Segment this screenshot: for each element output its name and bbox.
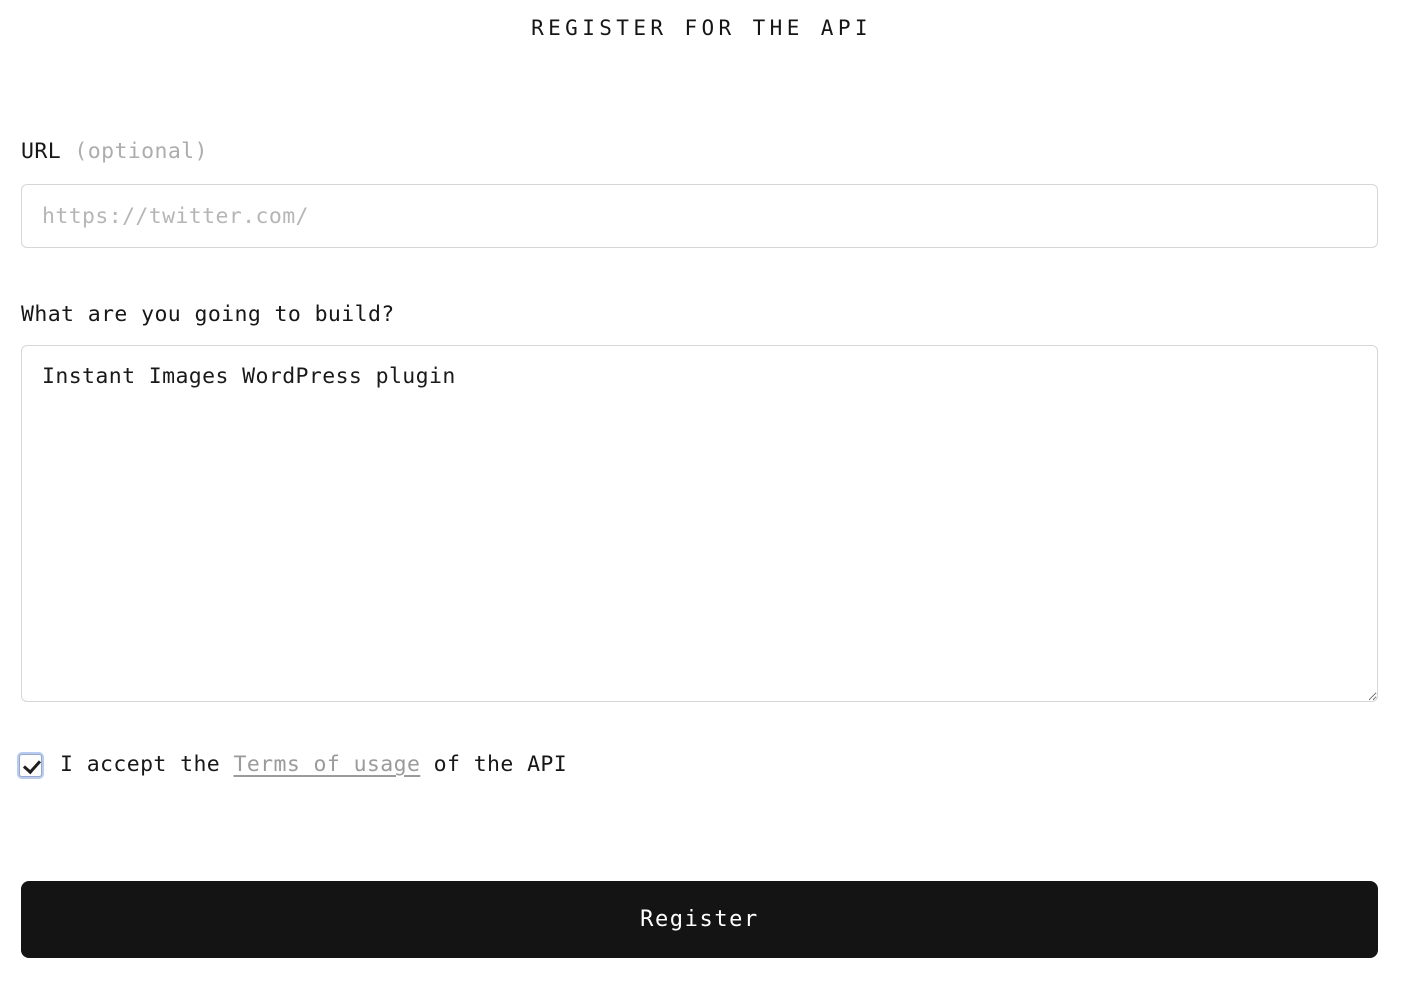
accept-terms-checkbox[interactable] (19, 753, 42, 777)
build-description-textarea[interactable] (21, 345, 1378, 702)
url-label-optional: (optional) (74, 139, 208, 164)
build-field-group: What are you going to build? (21, 302, 1403, 702)
build-field-label: What are you going to build? (21, 302, 395, 327)
url-input[interactable] (21, 184, 1378, 248)
terms-text-before: I accept the (60, 752, 234, 777)
terms-acceptance-label: I accept the Terms of usage of the API (60, 752, 567, 778)
terms-text-after: of the API (420, 752, 568, 777)
url-field-group: URL (optional) (21, 139, 1403, 248)
register-api-page: REGISTER FOR THE API URL (optional) What… (0, 0, 1403, 988)
url-field-label: URL (optional) (21, 139, 1403, 165)
terms-of-usage-link[interactable]: Terms of usage (233, 752, 420, 777)
page-title: REGISTER FOR THE API (531, 16, 872, 40)
register-submit-button[interactable]: Register (21, 881, 1378, 958)
terms-acceptance-row: I accept the Terms of usage of the API (19, 752, 567, 778)
url-label-text: URL (21, 139, 62, 164)
